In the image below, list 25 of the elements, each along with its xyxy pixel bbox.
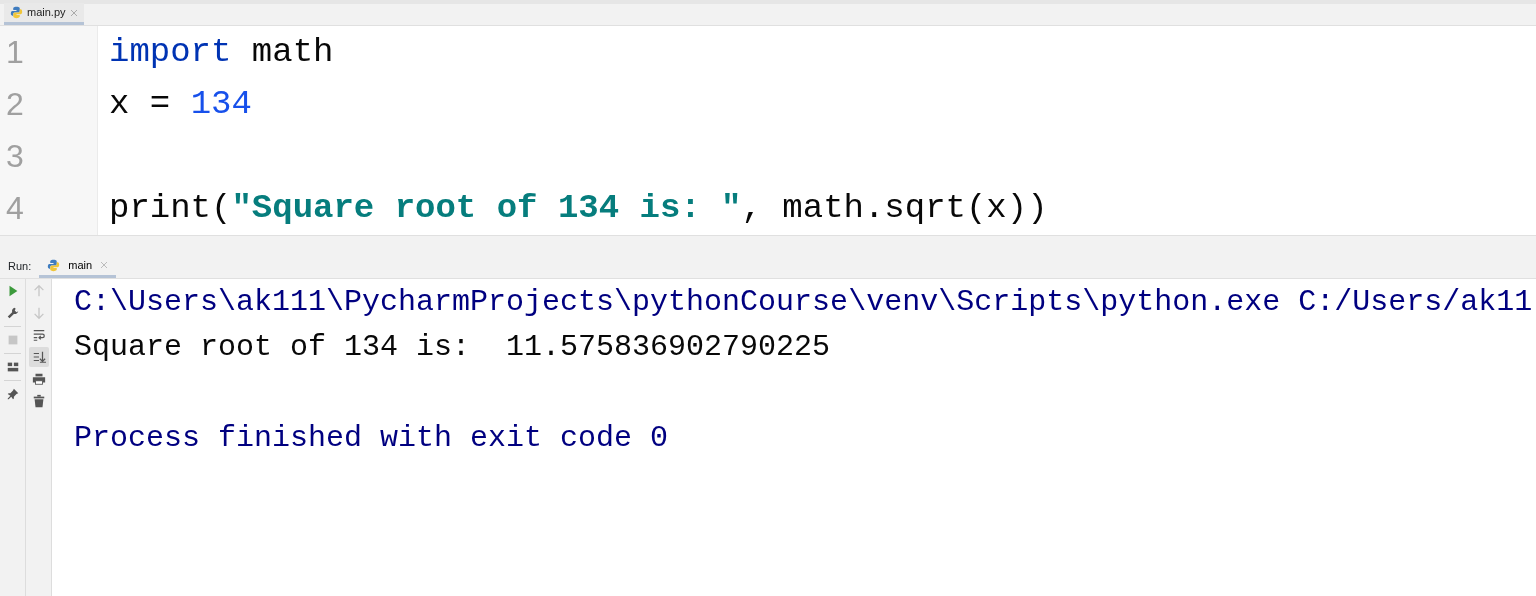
python-file-icon (47, 258, 61, 272)
scroll-to-end-icon (31, 350, 46, 364)
scroll-to-end-button[interactable] (28, 347, 49, 367)
run-tab[interactable]: main (39, 255, 117, 278)
python-file-icon (10, 6, 23, 19)
trash-icon (31, 394, 46, 408)
soft-wrap-icon (31, 328, 46, 342)
printer-icon (31, 372, 46, 386)
console-line: Square root of 134 is: 11.575836902790225 (74, 329, 832, 366)
arrow-down-icon (31, 306, 46, 320)
line-number: 2 (5, 85, 25, 124)
run-label: Run: (7, 258, 33, 274)
wrench-icon (5, 306, 20, 320)
code-line: print("Square root of 134 is: ", math.sqrt(x)) (108, 188, 1049, 229)
line-number: 1 (5, 33, 25, 72)
code-line: x = 134 (108, 84, 253, 125)
pin-icon (5, 387, 20, 401)
layout-icon (5, 360, 20, 374)
line-number: 4 (5, 189, 25, 228)
console-line: Process finished with exit code 0 (74, 420, 670, 457)
file-tab[interactable]: main.py (4, 3, 84, 25)
console-line: C:\Users\ak111\PycharmProjects\pythonCourse\venv\Scripts\python.exe C:/Users/ak11 (74, 284, 1534, 321)
code-line: import math (108, 32, 335, 73)
arrow-up-icon (31, 284, 46, 298)
line-number: 3 (5, 137, 25, 176)
